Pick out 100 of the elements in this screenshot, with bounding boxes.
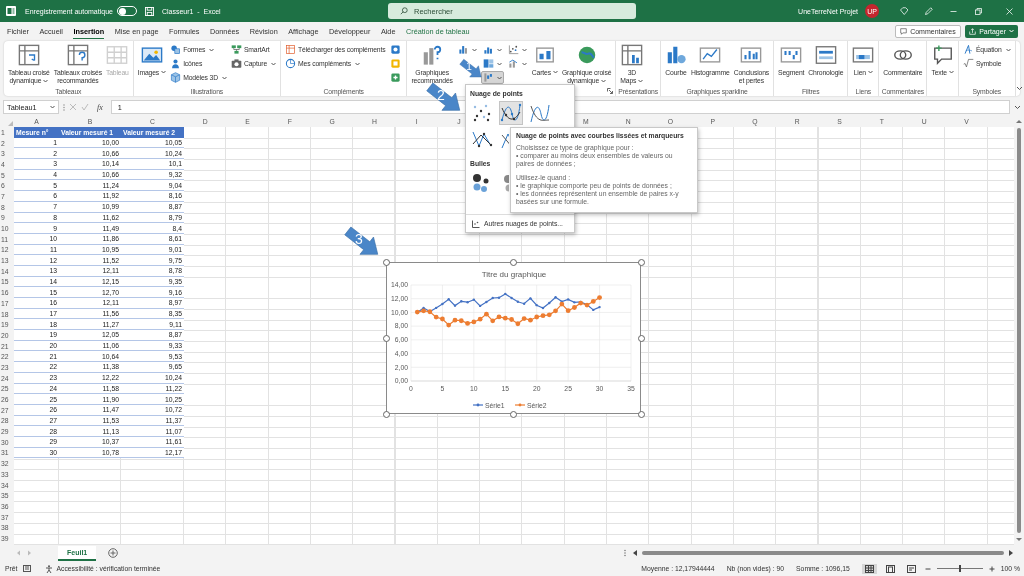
icon-button[interactable] [480,71,504,84]
combo-chart-icon [507,58,519,69]
data-point [592,308,595,312]
step-number: 3 [353,231,364,246]
data-point [485,300,488,304]
caret-icon [521,61,527,66]
chart-icon [421,44,444,66]
camera-icon [230,58,242,69]
slicer-icon [814,44,837,66]
add-sheet-icon[interactable] [108,548,119,558]
figure-icon [170,58,182,69]
store-icon [285,44,297,55]
data-point [529,297,532,300]
zoom-out-icon[interactable] [924,565,931,572]
shapes-icon [170,44,182,55]
pivot-table-icon [17,44,40,66]
comment-icon [931,44,954,66]
data-point [497,296,501,299]
column-chart-icon [457,44,469,55]
caret-icon [552,69,558,74]
data-point [522,302,526,305]
caret-icon [1009,29,1014,33]
data-point [478,304,482,308]
resize-handle[interactable] [637,334,645,342]
comment-icon [900,27,908,35]
scatter-chart-icon [472,219,480,228]
insert-function-button[interactable]: fx [97,102,103,112]
caret-icon [948,69,954,74]
data-point [554,296,557,299]
app-icon [390,44,402,55]
resize-handle[interactable] [382,410,390,418]
equation-icon [962,58,974,69]
resize-handle[interactable] [382,334,390,342]
line-chart-icon [699,44,722,66]
expand-icon[interactable] [1014,104,1021,110]
scatter-chart-icon [471,102,493,124]
cube-icon [170,72,182,83]
caret-icon [601,78,607,83]
resize-handle[interactable] [637,258,645,266]
caret-icon [638,78,644,83]
hierarchy-chart-icon [482,58,494,69]
data-point [472,298,476,301]
curve-chart-icon [529,102,551,124]
macro-icon[interactable] [23,565,32,572]
caret-icon [221,75,227,80]
caret-icon [496,47,502,52]
timeline-icon [852,44,875,66]
caret-icon [521,47,527,52]
premium-icon[interactable] [899,6,908,16]
restore-icon[interactable] [974,6,983,16]
data-point [466,301,469,304]
legend-marker-icon [472,403,484,407]
table-icon [106,44,129,66]
resize-handle[interactable] [510,410,517,418]
caret-icon [471,47,477,52]
caret-icon [1005,47,1011,52]
app-icon [390,58,402,69]
legend-marker-icon [514,403,526,407]
caret-icon [43,78,49,83]
data-point [516,300,520,303]
column-chart-icon [482,44,494,55]
save-icon[interactable] [144,6,154,16]
chart-icon [533,44,556,66]
caret-icon [50,105,55,109]
caret-icon [209,47,215,52]
search-icon [400,7,408,15]
data-point [541,306,545,310]
resize-handle[interactable] [637,410,645,418]
horizontal-scrollbar[interactable] [632,549,1014,557]
picture-icon [140,44,163,66]
close-icon[interactable] [1005,6,1014,16]
data-point [441,302,444,306]
accessibility-icon[interactable] [45,564,54,573]
curve-chart-icon [500,102,522,124]
data-point [548,301,551,305]
normal-view-button[interactable] [861,563,877,574]
data-point [598,305,601,309]
dialog-launcher-icon[interactable] [607,88,614,94]
column-chart-icon [740,44,763,66]
step-number: 2 [435,87,446,102]
pivot-chart-icon [620,44,643,66]
win-loss-icon [780,44,803,66]
resize-handle[interactable] [510,258,517,266]
data-point [510,296,513,300]
resize-handle[interactable] [382,258,390,266]
app-icon [390,72,402,83]
caret-icon [867,69,873,74]
bar-chart-icon [482,72,494,83]
chart-type-option[interactable] [499,101,523,125]
caret-icon [271,61,277,66]
caret-icon [496,75,502,80]
zoom-in-icon[interactable] [988,565,995,572]
data-point [491,296,494,300]
caret-icon [354,61,360,66]
scatter-chart-icon [507,44,519,55]
share-icon [969,27,977,35]
zoom-slider-thumb[interactable] [958,565,961,572]
spreadsheet-logo-icon [6,6,16,16]
diagram-icon [230,44,242,55]
collapse-icon[interactable] [1015,86,1023,91]
